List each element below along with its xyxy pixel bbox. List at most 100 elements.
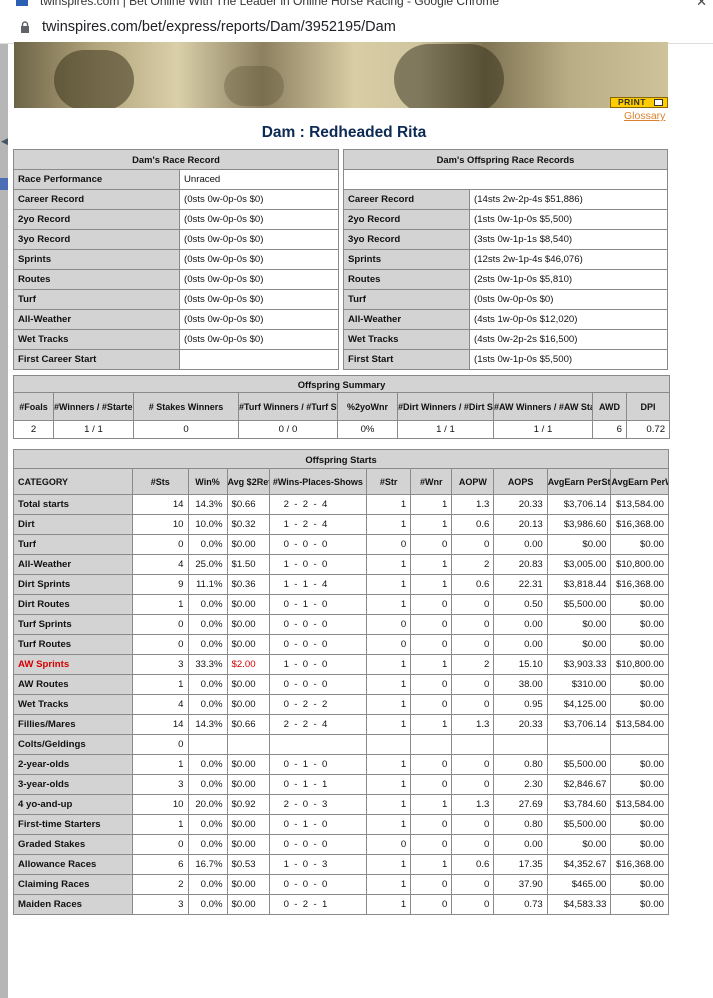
starts-count: 1 [132,814,189,835]
offspring-race-records-table: Dam's Offspring Race Records Career Reco… [343,149,668,370]
url-text[interactable]: twinspires.com/bet/express/reports/Dam/3… [42,19,396,35]
avg-earn-per-win: $16,368.00 [610,514,669,535]
win-percent: 0.0% [187,674,228,695]
summary-value: 1 / 1 [53,420,134,439]
row-value: (0sts 0w-0p-0s $0) [179,289,339,310]
wins-places-shows: 2 - 0 - 3 [268,794,368,815]
aops: 20.83 [493,554,548,575]
table-row: Total starts 14 14.3% $0.66 2 - 2 - 4 1 1 1.3 20… [12,494,669,515]
aopw: 0.6 [451,574,495,595]
table-row: Dirt Sprints 9 11.1% $0.36 1 - 1 - 4 1 1 0.6 22.… [12,574,669,595]
separator: - [308,519,322,530]
winners-count: 1 [410,574,453,595]
separator: - [308,539,322,550]
avg-return: $0.00 [226,814,270,835]
row-value: (12sts 2w-1p-4s $46,076) [469,249,668,270]
separator: - [288,899,303,910]
summary-title: Offspring Summary [12,375,671,393]
row-value: (3sts 0w-1p-1s $8,540) [469,229,668,250]
wins-places-shows: 0 - 0 - 0 [268,674,368,695]
row-value: (0sts 0w-0p-0s $0) [179,249,339,270]
address-bar[interactable]: twinspires.com/bet/express/reports/Dam/3… [0,10,713,44]
avg-earn-per-start: $3,818.44 [546,574,612,595]
starters-count: 1 [366,894,412,915]
column-header: #Dirt Winners / #Dirt Starters [397,392,494,421]
avg-return: $0.66 [226,494,270,515]
category-label: Dirt [12,514,134,535]
dam-race-record-table: Dam's Race Record Race Performance Unrace… [13,149,339,370]
table-row: 4 yo-and-up 10 20.0% $0.92 2 - 0 - 3 1 1 1.3 27.… [12,794,669,815]
shows: 0 [322,679,328,690]
table-row: 3yo Record (3sts 0w-1p-1s $8,540) [343,229,668,250]
starters-count: 1 [366,714,412,735]
starts-count: 4 [132,694,189,715]
aops: 22.31 [493,574,548,595]
category-label: Dirt Routes [12,594,134,615]
empty-cell [226,734,270,755]
table-row: Maiden Races 3 0.0% $0.00 0 - 2 - 1 1 0 0 0.73 $4… [12,894,669,915]
win-percent: 10.0% [187,514,228,535]
separator: - [308,699,322,710]
glossary-link[interactable]: Glossary [624,110,665,122]
starts-count: 3 [132,654,189,675]
avg-earn-per-win: $0.00 [610,754,669,775]
starts-count: 0 [132,534,189,555]
row-label: 2yo Record [343,209,470,230]
separator: - [308,759,322,770]
starts-count: 0 [132,834,189,855]
separator: - [288,699,303,710]
shows: 0 [322,819,328,830]
page-title: Dam : Redheaded Rita [261,124,427,141]
avg-earn-per-start: $3,986.60 [546,514,612,535]
lock-icon [21,21,29,33]
separator: - [308,859,322,870]
table-row: Fillies/Mares 14 14.3% $0.66 2 - 2 - 4 1 1 1.3 2… [12,714,669,735]
browser-title: twinspires.com | Bet Online With The Lea… [40,0,500,8]
table-row: Colts/Geldings 0 [12,734,669,755]
winners-count: 0 [410,614,453,635]
winners-count: 0 [410,674,453,695]
row-label: Turf [13,289,180,310]
category-label: Total starts [12,494,134,515]
aops: 17.35 [493,854,548,875]
avg-earn-per-start: $0.00 [546,634,612,655]
summary-value: 6 [592,420,627,439]
avg-earn-per-start: $4,125.00 [546,694,612,715]
starts-count: 14 [132,494,189,515]
row-label: Sprints [343,249,470,270]
winners-count: 1 [410,514,453,535]
avg-earn-per-win: $13,584.00 [610,714,669,735]
separator: - [288,539,303,550]
summary-value: 0 / 0 [238,420,338,439]
summary-value: 0% [337,420,398,439]
row-value: (4sts 1w-0p-0s $12,020) [469,309,668,330]
background-window-tab [0,178,8,190]
offspring-summary-table: Offspring Summary #Foals #Winners / #Star… [12,375,671,439]
avg-earn-per-start: $0.00 [546,534,612,555]
winners-count: 0 [410,834,453,855]
back-arrow-icon[interactable]: ◀ [1,136,8,147]
empty-cell [451,734,495,755]
category-label: 4 yo-and-up [12,794,134,815]
starters-count: 1 [366,754,412,775]
column-header: CATEGORY [12,468,134,495]
column-header: AvgEarn PerWin [610,468,669,495]
starters-count: 1 [366,654,412,675]
avg-return: $0.00 [226,674,270,695]
avg-return: $1.50 [226,554,270,575]
row-value: (0sts 0w-0p-0s $0) [179,229,339,250]
separator: - [288,759,303,770]
column-header: Win% [187,468,228,495]
column-header: DPI [625,392,671,421]
table-row: Claiming Races 2 0.0% $0.00 0 - 0 - 0 1 0 0 37.9… [12,874,669,895]
separator: - [288,879,303,890]
starts-count: 0 [132,634,189,655]
aopw: 2 [451,554,495,575]
print-button[interactable]: PRINT [610,97,668,108]
separator: - [288,859,303,870]
separator: - [288,799,303,810]
aopw: 0 [451,754,495,775]
starters-count: 0 [366,614,412,635]
close-icon[interactable]: ✕ [696,0,707,10]
avg-return: $0.00 [226,774,270,795]
